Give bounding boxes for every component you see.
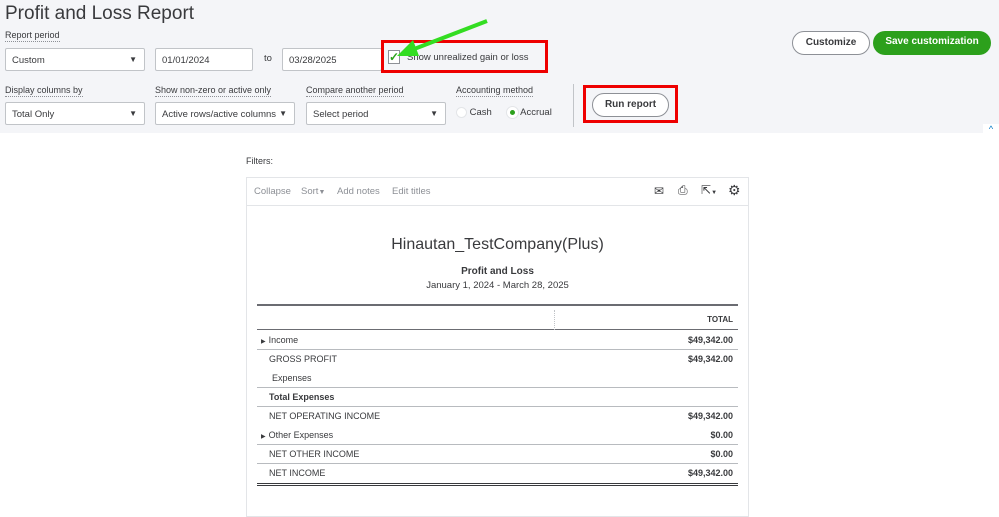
row-amount[interactable]: $49,342.00	[688, 464, 733, 483]
table-header: TOTAL	[257, 304, 738, 330]
non-zero-select[interactable]: Active rows/active columns ▼	[155, 102, 295, 125]
row-label: Income	[268, 335, 299, 345]
to-label: to	[264, 53, 272, 64]
report-date-range: January 1, 2024 - March 28, 2025	[426, 280, 569, 291]
highlight-box	[583, 85, 678, 123]
row-label: GROSS PROFIT	[269, 354, 338, 364]
row-label: NET OTHER INCOME	[269, 449, 360, 459]
compare-select[interactable]: Select period ▼	[306, 102, 446, 125]
row-label: Total Expenses	[269, 392, 335, 402]
table-row-gross-profit: GROSS PROFIT $49,342.00	[257, 350, 738, 369]
cash-label: Cash	[469, 107, 492, 119]
radio-accrual[interactable]	[507, 107, 518, 118]
accounting-label: Accounting method	[456, 85, 534, 97]
non-zero-value: Active rows/active columns	[162, 109, 277, 120]
chevron-down-icon: ▼	[129, 109, 137, 118]
print-icon[interactable]: ⎙	[678, 183, 688, 198]
column-total-header[interactable]: TOTAL	[707, 315, 733, 324]
accounting-accrual[interactable]: Accrual	[507, 107, 552, 118]
customize-button[interactable]: Customize	[792, 31, 870, 55]
collapse-link[interactable]: Collapse	[254, 186, 291, 197]
accrual-label: Accrual	[520, 107, 552, 119]
export-icon[interactable]: ⇱▼	[701, 183, 717, 197]
add-notes-link[interactable]: Add notes	[337, 186, 380, 197]
row-label: Other Expenses	[268, 430, 334, 440]
table-row-expenses: Expenses	[257, 369, 738, 388]
report-period-select[interactable]: Custom ▼	[5, 48, 145, 71]
column-divider	[554, 310, 555, 330]
row-amount[interactable]: $0.00	[710, 445, 733, 464]
save-customization-button[interactable]: Save customization	[873, 31, 991, 55]
divider	[573, 84, 574, 127]
start-date-input[interactable]: 01/01/2024	[155, 48, 253, 71]
expand-caret-icon[interactable]: ▶	[261, 339, 266, 345]
row-amount[interactable]: $49,342.00	[688, 407, 733, 426]
sort-label: Sort	[301, 186, 319, 197]
report-period-label: Report period	[5, 30, 60, 42]
radio-cash[interactable]	[456, 107, 467, 118]
row-label: NET INCOME	[269, 468, 326, 478]
table-row-net-other-income: NET OTHER INCOME $0.00	[257, 445, 738, 464]
row-amount[interactable]: $0.00	[710, 426, 733, 445]
page-title: Profit and Loss Report	[5, 3, 195, 24]
report-period-value: Custom	[12, 55, 45, 66]
sort-dropdown[interactable]: Sort▼	[301, 186, 325, 197]
non-zero-label: Show non-zero or active only	[155, 85, 272, 97]
arrow-annotation-icon	[397, 19, 488, 56]
display-columns-label: Display columns by	[5, 85, 83, 97]
row-label: NET OPERATING INCOME	[269, 411, 381, 421]
end-date-input[interactable]: 03/28/2025	[282, 48, 382, 71]
chevron-down-icon: ▼	[279, 109, 287, 118]
display-columns-select[interactable]: Total Only ▼	[5, 102, 145, 125]
table-row-net-income: NET INCOME $49,342.00	[257, 464, 738, 486]
chevron-down-icon: ▼	[129, 55, 137, 64]
email-icon[interactable]: ✉	[654, 184, 664, 198]
accounting-cash[interactable]: Cash	[456, 107, 492, 118]
compare-label: Compare another period	[306, 85, 404, 97]
table-row-total-expenses: Total Expenses	[257, 388, 738, 407]
row-label: Expenses	[272, 373, 312, 383]
table-row-other-expenses[interactable]: ▶ Other Expenses $0.00	[257, 426, 738, 445]
compare-value: Select period	[313, 109, 369, 120]
caret-down-icon: ▼	[318, 189, 326, 196]
table-row-income[interactable]: ▶ Income $49,342.00	[257, 331, 738, 350]
chevron-down-icon: ▼	[430, 109, 438, 118]
report-name: Profit and Loss	[461, 266, 534, 277]
row-amount[interactable]: $49,342.00	[688, 331, 733, 350]
table-row-net-operating-income: NET OPERATING INCOME $49,342.00	[257, 407, 738, 426]
company-name: Hinautan_TestCompany(Plus)	[391, 236, 604, 253]
settings-gear-icon[interactable]: ⚙	[728, 182, 741, 199]
row-amount[interactable]: $49,342.00	[688, 350, 733, 369]
filters-label: Filters:	[246, 156, 273, 166]
display-columns-value: Total Only	[12, 109, 55, 120]
edit-titles-link[interactable]: Edit titles	[392, 186, 431, 197]
collapse-up-icon[interactable]: ^	[983, 124, 999, 138]
expand-caret-icon[interactable]: ▶	[261, 434, 266, 440]
